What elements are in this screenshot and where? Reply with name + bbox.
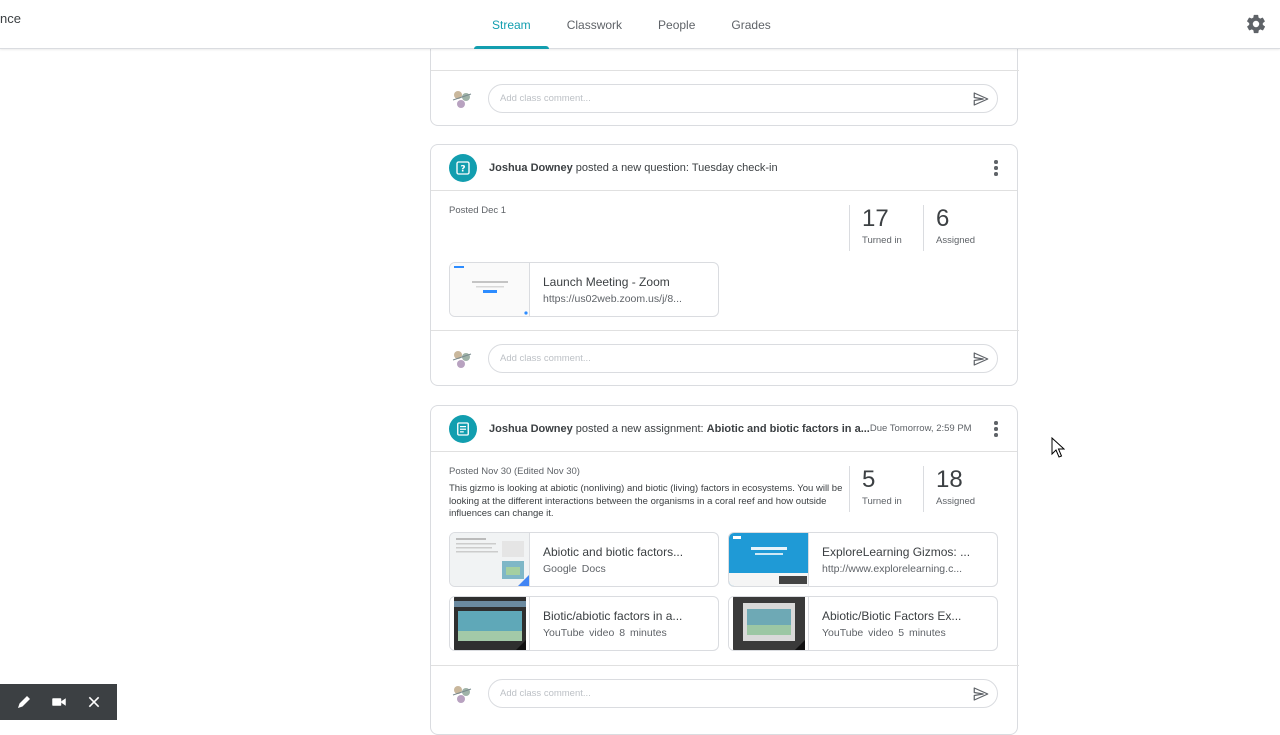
attachment-subtitle: https://us02web.zoom.us/j/8... bbox=[543, 292, 682, 305]
attachment-youtube-video[interactable]: Abiotic/Biotic Factors Ex... YouTube vid… bbox=[728, 596, 998, 651]
post-action: posted a new question: bbox=[572, 161, 692, 174]
due-date: Due Tomorrow, 2:59 PM bbox=[869, 423, 972, 434]
assignment-icon bbox=[449, 414, 477, 443]
post-action: posted a new assignment: bbox=[572, 422, 707, 435]
class-tabs: Stream Classwork People Grades bbox=[474, 0, 789, 49]
recorder-toolbar bbox=[0, 684, 117, 720]
gear-icon[interactable] bbox=[1245, 13, 1267, 35]
attachment-subtitle: YouTube video 8 minutes bbox=[543, 626, 667, 639]
tab-people[interactable]: People bbox=[640, 0, 713, 49]
post-date: Posted Nov 30 (Edited Nov 30) bbox=[449, 466, 580, 477]
attachment-text: ExploreLearning Gizmos: ... http://www.e… bbox=[809, 545, 997, 575]
attachment-subtitle: Google Docs bbox=[543, 562, 606, 575]
attachment-thumbnail bbox=[450, 263, 530, 316]
pen-icon[interactable] bbox=[13, 691, 35, 713]
mouse-cursor-icon bbox=[1051, 437, 1065, 458]
avatar bbox=[449, 86, 475, 112]
attachment-thumbnail bbox=[450, 533, 530, 586]
class-comment-row: Add class comment... bbox=[431, 665, 1019, 721]
attachment-subtitle: YouTube video 5 minutes bbox=[822, 626, 946, 639]
post-item-title: Abiotic and biotic factors in a... bbox=[706, 422, 870, 435]
class-comment-input[interactable]: Add class comment... bbox=[488, 344, 998, 373]
post-description: This gizmo is looking at abiotic (nonliv… bbox=[449, 483, 843, 519]
stat-turned-in[interactable]: 5 Turned in bbox=[849, 466, 923, 512]
avatar bbox=[449, 346, 475, 372]
attachment-thumbnail bbox=[450, 597, 530, 650]
question-icon: ? bbox=[449, 153, 477, 182]
class-comment-input[interactable]: Add class comment... bbox=[488, 84, 998, 113]
attachment-google-doc[interactable]: Abiotic and biotic factors... Google Doc… bbox=[449, 532, 719, 587]
post-title: Joshua Downey posted a new question: Tue… bbox=[489, 162, 778, 174]
submission-stats: 17 Turned in 6 Assigned bbox=[849, 205, 997, 251]
post-header[interactable]: ? Joshua Downey posted a new question: T… bbox=[431, 145, 1017, 191]
tab-classwork[interactable]: Classwork bbox=[549, 0, 640, 49]
more-vert-icon[interactable] bbox=[987, 159, 1005, 177]
stat-label: Turned in bbox=[862, 235, 902, 246]
post-header[interactable]: Joshua Downey posted a new assignment: A… bbox=[431, 406, 1017, 452]
stat-label: Assigned bbox=[936, 235, 976, 246]
stat-label: Turned in bbox=[862, 496, 902, 507]
top-app-bar: nce Stream Classwork People Grades bbox=[0, 0, 1280, 49]
submission-stats: 5 Turned in 18 Assigned bbox=[849, 466, 997, 512]
attachment-title: Abiotic/Biotic Factors Ex... bbox=[822, 608, 962, 623]
send-icon[interactable] bbox=[972, 685, 990, 703]
send-icon[interactable] bbox=[972, 350, 990, 368]
class-comment-row: Add class comment... bbox=[431, 70, 1019, 126]
tab-stream[interactable]: Stream bbox=[474, 0, 549, 49]
stat-number: 18 bbox=[936, 466, 963, 493]
avatar bbox=[449, 681, 475, 707]
attachment-link[interactable]: ExploreLearning Gizmos: ... http://www.e… bbox=[728, 532, 998, 587]
post-author: Joshua Downey bbox=[489, 422, 573, 435]
stream-post-assignment: Joshua Downey posted a new assignment: A… bbox=[430, 405, 1019, 735]
stat-assigned[interactable]: 18 Assigned bbox=[923, 466, 997, 512]
stat-turned-in[interactable]: 17 Turned in bbox=[849, 205, 923, 251]
post-author: Joshua Downey bbox=[489, 161, 573, 174]
attachment-text: Abiotic and biotic factors... Google Doc… bbox=[530, 545, 718, 575]
attachment-text: Abiotic/Biotic Factors Ex... YouTube vid… bbox=[809, 609, 997, 639]
post-item-title: Tuesday check-in bbox=[691, 161, 778, 174]
attachment-title: Abiotic and biotic factors... bbox=[543, 544, 684, 559]
send-icon[interactable] bbox=[972, 90, 990, 108]
stream-post-question: ? Joshua Downey posted a new question: T… bbox=[430, 144, 1019, 386]
attachment-title: Biotic/abiotic factors in a... bbox=[543, 608, 683, 623]
attachment-text: Biotic/abiotic factors in a... YouTube v… bbox=[530, 609, 718, 639]
attachment-youtube-video[interactable]: Biotic/abiotic factors in a... YouTube v… bbox=[449, 596, 719, 651]
stat-number: 6 bbox=[936, 205, 950, 232]
tab-grades[interactable]: Grades bbox=[713, 0, 788, 49]
video-camera-icon[interactable] bbox=[48, 691, 70, 713]
attachment-title: Launch Meeting - Zoom bbox=[543, 274, 670, 289]
attachment-text: Launch Meeting - Zoom https://us02web.zo… bbox=[530, 275, 718, 305]
attachment-link[interactable]: Launch Meeting - Zoom https://us02web.zo… bbox=[449, 262, 719, 317]
class-comment-input[interactable]: Add class comment... bbox=[488, 679, 998, 708]
svg-text:?: ? bbox=[460, 164, 465, 174]
attachment-thumbnail bbox=[729, 533, 809, 586]
post-title: Joshua Downey posted a new assignment: A… bbox=[489, 423, 870, 435]
attachment-subtitle: http://www.explorelearning.c... bbox=[822, 562, 963, 575]
more-vert-icon[interactable] bbox=[987, 420, 1005, 438]
close-icon[interactable] bbox=[83, 691, 105, 713]
post-date: Posted Dec 1 bbox=[449, 205, 507, 216]
class-name-fragment[interactable]: nce bbox=[0, 11, 21, 26]
attachment-title: ExploreLearning Gizmos: ... bbox=[822, 544, 971, 559]
class-comment-row: Add class comment... bbox=[431, 330, 1019, 386]
stat-assigned[interactable]: 6 Assigned bbox=[923, 205, 997, 251]
stat-label: Assigned bbox=[936, 496, 976, 507]
stat-number: 17 bbox=[862, 205, 889, 232]
stat-number: 5 bbox=[862, 466, 876, 493]
attachment-thumbnail bbox=[729, 597, 809, 650]
